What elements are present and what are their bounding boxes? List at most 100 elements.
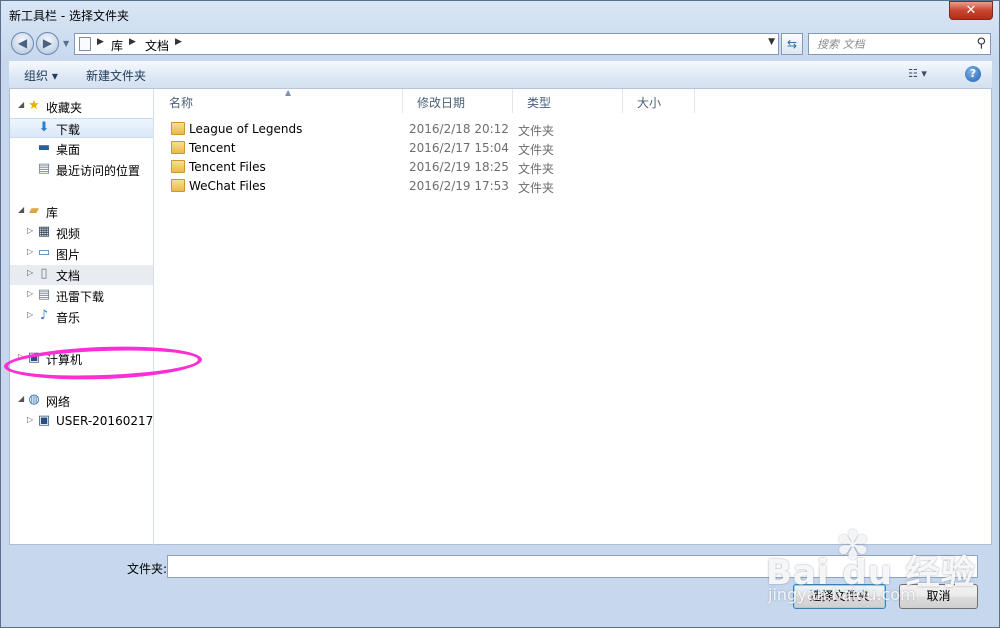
collapse-arrow-icon[interactable]: ◢ [18,394,24,403]
tree-label: 音乐 [56,311,81,325]
tree-label: 图片 [56,248,81,262]
tree-label: 文档 [56,269,81,283]
computer-icon: ▣ [37,413,51,428]
star-icon: ★ [28,98,40,113]
tree-item-network-computer[interactable]: ▷ ▣ USER-20160217TN [10,412,153,432]
title-bar[interactable]: 新工具栏 - 选择文件夹 ✕ [1,1,999,29]
tree-label: USER-20160217TN [56,414,154,428]
close-button[interactable]: ✕ [949,1,993,20]
expand-arrow-icon[interactable]: ▷ [27,415,33,424]
tree-label: 下载 [56,123,81,137]
baidu-watermark: ✽ Bai du 经验 jingyan.baidu.com [766,523,991,613]
chevron-right-icon[interactable]: ▶ [129,37,136,47]
view-options-button[interactable]: ☷ ▾ [908,67,927,80]
new-folder-button[interactable]: 新建文件夹 [86,67,146,84]
file-row[interactable]: WeChat Files 2016/2/19 17:53 文件夹 [155,177,992,196]
forward-button[interactable]: ▶ [36,32,59,55]
folder-icon [171,160,185,173]
recent-places-icon: ▤ [37,161,51,176]
tree-item-downloads[interactable]: ⬇ 下载 [10,118,153,138]
search-input[interactable] [815,36,965,52]
file-type: 文件夹 [518,124,555,138]
documents-icon: ▯ [40,266,48,281]
expand-arrow-icon[interactable]: ▷ [27,247,33,256]
tree-item-desktop[interactable]: ▬ 桌面 [10,139,153,159]
breadcrumb-library[interactable]: 库 [111,37,123,54]
sort-ascending-icon: ▲ [285,88,292,97]
expand-arrow-icon[interactable]: ▷ [27,289,33,298]
file-type: 文件夹 [518,162,555,176]
collapse-arrow-icon[interactable]: ◢ [18,100,24,109]
column-header-date[interactable]: 修改日期 [403,89,513,113]
file-date: 2016/2/17 15:04 [409,141,509,155]
music-icon: ♪ [39,308,49,323]
tree-item-music[interactable]: ▷ ♪ 音乐 [10,307,153,327]
tree-label: 迅雷下载 [56,290,105,304]
folder-field-label: 文件夹: [127,562,168,576]
tree-libraries[interactable]: ◢ ▰ 库 [10,202,153,222]
organize-button[interactable]: 组织 ▾ [24,67,58,84]
expand-arrow-icon[interactable]: ▷ [27,310,33,319]
file-type: 文件夹 [518,181,555,195]
tree-item-thunder-downloads[interactable]: ▷ ▤ 迅雷下载 [10,286,153,306]
chevron-right-icon[interactable]: ▶ [97,37,104,47]
content-area: ◢ ★ 收藏夹 ⬇ 下载 ▬ 桌面 ▤ 最近访问的位置 ◢ ▰ 库 ▷ ▦ 视频… [9,88,992,545]
tree-network[interactable]: ◢ ◍ 网络 [10,391,153,411]
file-list[interactable]: 名称 ▲ 修改日期 类型 大小 League of Legends 2016/2… [155,88,992,545]
tree-label: 收藏夹 [46,101,83,115]
address-dropdown-icon[interactable]: ▼ [768,37,775,47]
file-name: WeChat Files [189,179,266,193]
file-date: 2016/2/19 17:53 [409,179,509,193]
address-bar[interactable]: ▶ 库 ▶ 文档 ▶ ▼ [74,33,779,55]
expand-arrow-icon[interactable]: ▷ [27,268,33,277]
tree-item-recent-places[interactable]: ▤ 最近访问的位置 [10,160,153,180]
file-row[interactable]: League of Legends 2016/2/18 20:12 文件夹 [155,120,992,139]
dialog-window: 新工具栏 - 选择文件夹 ✕ ◀ ▶ ▼ ▶ 库 ▶ 文档 ▶ ▼ ⇆ ⚲ 组织… [0,0,1000,628]
expand-arrow-icon[interactable]: ▷ [27,226,33,235]
video-icon: ▦ [37,224,51,239]
command-toolbar: 组织 ▾ 新建文件夹 ☷ ▾ ? [9,61,992,89]
back-button[interactable]: ◀ [11,32,34,55]
file-row[interactable]: Tencent 2016/2/17 15:04 文件夹 [155,139,992,158]
download-folder-icon: ⬇ [38,120,50,135]
refresh-button[interactable]: ⇆ [781,33,803,55]
watermark-url: jingyan.baidu.com [768,585,916,604]
tree-label: 桌面 [56,143,81,157]
search-icon[interactable]: ⚲ [976,36,986,51]
document-icon [79,37,91,51]
file-type: 文件夹 [518,143,555,157]
tree-label: 最近访问的位置 [56,164,141,178]
navigation-pane[interactable]: ◢ ★ 收藏夹 ⬇ 下载 ▬ 桌面 ▤ 最近访问的位置 ◢ ▰ 库 ▷ ▦ 视频… [10,89,154,545]
tree-label: 网络 [46,395,71,409]
desktop-icon: ▬ [37,140,51,155]
address-row: ◀ ▶ ▼ ▶ 库 ▶ 文档 ▶ ▼ ⇆ ⚲ [1,29,999,57]
tree-item-pictures[interactable]: ▷ ▭ 图片 [10,244,153,264]
library-icon: ▰ [29,203,39,218]
chevron-right-icon[interactable]: ▶ [175,37,182,47]
collapse-arrow-icon[interactable]: ◢ [18,205,24,214]
help-icon[interactable]: ? [965,66,981,82]
search-box[interactable]: ⚲ [808,33,991,55]
tree-item-videos[interactable]: ▷ ▦ 视频 [10,223,153,243]
arrow-left-icon: ◀ [17,36,28,50]
pictures-icon: ▭ [37,245,51,260]
tree-item-documents[interactable]: ▷ ▯ 文档 [10,265,153,285]
column-header-type[interactable]: 类型 [513,89,623,113]
window-title: 新工具栏 - 选择文件夹 [9,9,129,23]
arrow-right-icon: ▶ [42,36,53,50]
tree-label: 库 [46,206,59,220]
file-date: 2016/2/19 18:25 [409,160,509,174]
file-row[interactable]: Tencent Files 2016/2/19 18:25 文件夹 [155,158,992,177]
file-name: League of Legends [189,122,303,136]
breadcrumb-documents[interactable]: 文档 [145,37,169,54]
folder-icon [171,122,185,135]
file-name: Tencent [189,141,236,155]
column-header-size[interactable]: 大小 [623,89,695,113]
folder-icon [171,179,185,192]
history-dropdown-icon[interactable]: ▼ [63,39,71,48]
thunder-download-icon: ▤ [37,287,51,302]
refresh-icon: ⇆ [786,37,798,51]
file-name: Tencent Files [189,160,266,174]
column-header-name[interactable]: 名称 ▲ [155,88,403,113]
tree-favorites[interactable]: ◢ ★ 收藏夹 [10,97,153,117]
